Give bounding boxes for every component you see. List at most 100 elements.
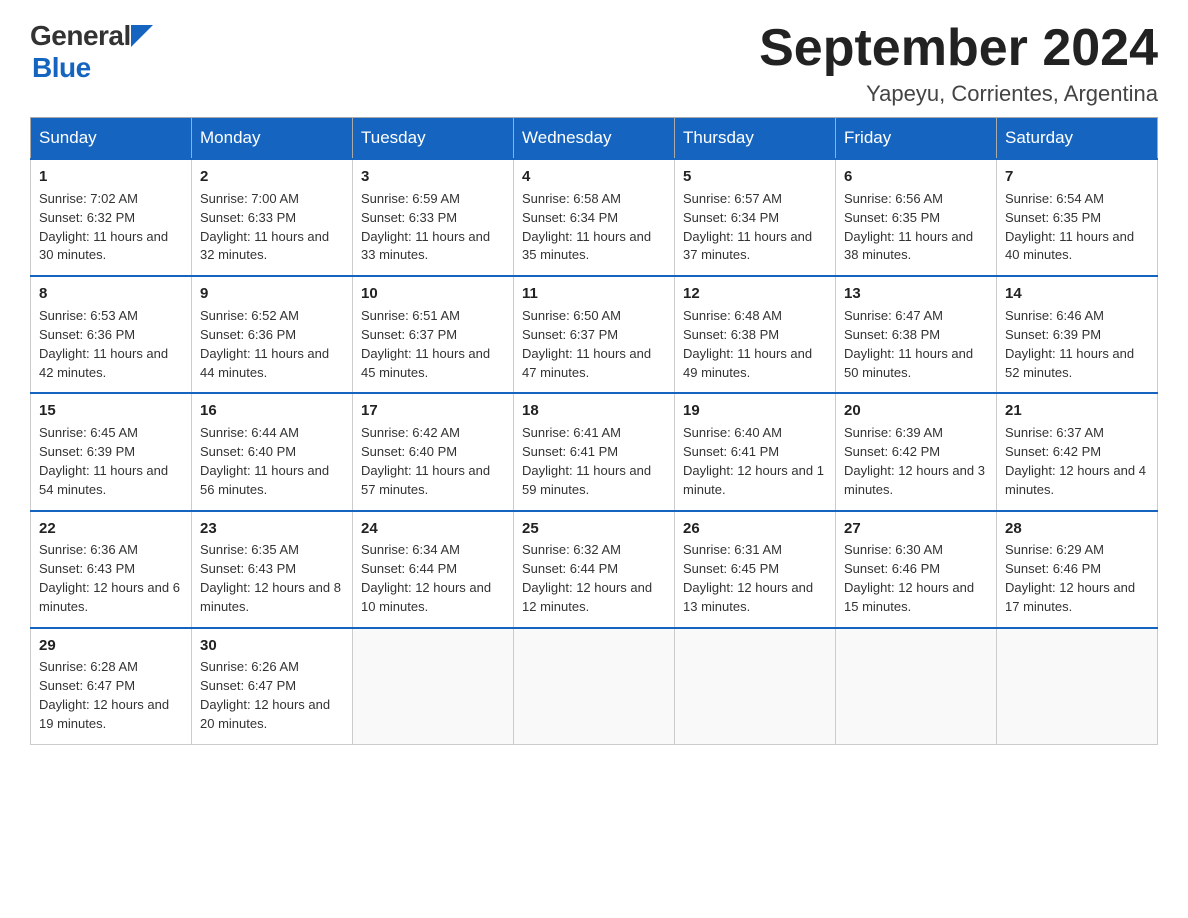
logo: General Blue <box>30 20 153 84</box>
calendar-cell <box>514 628 675 745</box>
day-number: 5 <box>683 166 827 188</box>
day-info: Sunrise: 6:57 AMSunset: 6:34 PMDaylight:… <box>683 190 827 265</box>
day-number: 28 <box>1005 518 1149 540</box>
day-info: Sunrise: 6:47 AMSunset: 6:38 PMDaylight:… <box>844 307 988 382</box>
calendar-cell: 17Sunrise: 6:42 AMSunset: 6:40 PMDayligh… <box>353 393 514 510</box>
day-number: 11 <box>522 283 666 305</box>
header-saturday: Saturday <box>997 118 1158 160</box>
header-thursday: Thursday <box>675 118 836 160</box>
day-number: 16 <box>200 400 344 422</box>
day-info: Sunrise: 6:37 AMSunset: 6:42 PMDaylight:… <box>1005 424 1149 499</box>
day-number: 12 <box>683 283 827 305</box>
calendar-cell: 22Sunrise: 6:36 AMSunset: 6:43 PMDayligh… <box>31 511 192 628</box>
calendar-cell: 18Sunrise: 6:41 AMSunset: 6:41 PMDayligh… <box>514 393 675 510</box>
logo-general-text: General <box>30 20 131 52</box>
calendar-cell: 21Sunrise: 6:37 AMSunset: 6:42 PMDayligh… <box>997 393 1158 510</box>
day-number: 21 <box>1005 400 1149 422</box>
day-info: Sunrise: 6:40 AMSunset: 6:41 PMDaylight:… <box>683 424 827 499</box>
day-info: Sunrise: 6:59 AMSunset: 6:33 PMDaylight:… <box>361 190 505 265</box>
calendar-table: SundayMondayTuesdayWednesdayThursdayFrid… <box>30 117 1158 745</box>
day-info: Sunrise: 6:28 AMSunset: 6:47 PMDaylight:… <box>39 658 183 733</box>
calendar-cell <box>675 628 836 745</box>
calendar-cell: 8Sunrise: 6:53 AMSunset: 6:36 PMDaylight… <box>31 276 192 393</box>
day-info: Sunrise: 6:58 AMSunset: 6:34 PMDaylight:… <box>522 190 666 265</box>
day-number: 8 <box>39 283 183 305</box>
week-row-1: 1Sunrise: 7:02 AMSunset: 6:32 PMDaylight… <box>31 159 1158 276</box>
day-number: 2 <box>200 166 344 188</box>
day-number: 14 <box>1005 283 1149 305</box>
day-number: 3 <box>361 166 505 188</box>
day-number: 4 <box>522 166 666 188</box>
calendar-cell: 15Sunrise: 6:45 AMSunset: 6:39 PMDayligh… <box>31 393 192 510</box>
header-sunday: Sunday <box>31 118 192 160</box>
calendar-cell: 4Sunrise: 6:58 AMSunset: 6:34 PMDaylight… <box>514 159 675 276</box>
day-number: 22 <box>39 518 183 540</box>
day-info: Sunrise: 6:52 AMSunset: 6:36 PMDaylight:… <box>200 307 344 382</box>
day-number: 17 <box>361 400 505 422</box>
day-number: 23 <box>200 518 344 540</box>
day-info: Sunrise: 6:44 AMSunset: 6:40 PMDaylight:… <box>200 424 344 499</box>
calendar-cell: 27Sunrise: 6:30 AMSunset: 6:46 PMDayligh… <box>836 511 997 628</box>
day-number: 27 <box>844 518 988 540</box>
day-info: Sunrise: 6:30 AMSunset: 6:46 PMDaylight:… <box>844 541 988 616</box>
day-number: 9 <box>200 283 344 305</box>
calendar-cell <box>997 628 1158 745</box>
calendar-cell: 16Sunrise: 6:44 AMSunset: 6:40 PMDayligh… <box>192 393 353 510</box>
day-info: Sunrise: 6:29 AMSunset: 6:46 PMDaylight:… <box>1005 541 1149 616</box>
calendar-cell: 26Sunrise: 6:31 AMSunset: 6:45 PMDayligh… <box>675 511 836 628</box>
day-number: 29 <box>39 635 183 657</box>
header-row: SundayMondayTuesdayWednesdayThursdayFrid… <box>31 118 1158 160</box>
calendar-cell: 7Sunrise: 6:54 AMSunset: 6:35 PMDaylight… <box>997 159 1158 276</box>
day-info: Sunrise: 6:41 AMSunset: 6:41 PMDaylight:… <box>522 424 666 499</box>
week-row-5: 29Sunrise: 6:28 AMSunset: 6:47 PMDayligh… <box>31 628 1158 745</box>
header-wednesday: Wednesday <box>514 118 675 160</box>
day-number: 19 <box>683 400 827 422</box>
calendar-cell: 24Sunrise: 6:34 AMSunset: 6:44 PMDayligh… <box>353 511 514 628</box>
header-monday: Monday <box>192 118 353 160</box>
day-info: Sunrise: 6:34 AMSunset: 6:44 PMDaylight:… <box>361 541 505 616</box>
calendar-cell: 9Sunrise: 6:52 AMSunset: 6:36 PMDaylight… <box>192 276 353 393</box>
day-info: Sunrise: 6:36 AMSunset: 6:43 PMDaylight:… <box>39 541 183 616</box>
calendar-cell: 29Sunrise: 6:28 AMSunset: 6:47 PMDayligh… <box>31 628 192 745</box>
calendar-cell: 28Sunrise: 6:29 AMSunset: 6:46 PMDayligh… <box>997 511 1158 628</box>
day-number: 6 <box>844 166 988 188</box>
calendar-cell: 3Sunrise: 6:59 AMSunset: 6:33 PMDaylight… <box>353 159 514 276</box>
day-number: 7 <box>1005 166 1149 188</box>
calendar-cell: 5Sunrise: 6:57 AMSunset: 6:34 PMDaylight… <box>675 159 836 276</box>
page-header: General Blue September 2024 Yapeyu, Corr… <box>30 20 1158 107</box>
day-info: Sunrise: 6:50 AMSunset: 6:37 PMDaylight:… <box>522 307 666 382</box>
calendar-cell: 10Sunrise: 6:51 AMSunset: 6:37 PMDayligh… <box>353 276 514 393</box>
calendar-cell: 6Sunrise: 6:56 AMSunset: 6:35 PMDaylight… <box>836 159 997 276</box>
day-number: 18 <box>522 400 666 422</box>
day-info: Sunrise: 6:42 AMSunset: 6:40 PMDaylight:… <box>361 424 505 499</box>
header-friday: Friday <box>836 118 997 160</box>
calendar-cell: 30Sunrise: 6:26 AMSunset: 6:47 PMDayligh… <box>192 628 353 745</box>
calendar-cell: 19Sunrise: 6:40 AMSunset: 6:41 PMDayligh… <box>675 393 836 510</box>
day-number: 30 <box>200 635 344 657</box>
day-number: 1 <box>39 166 183 188</box>
day-info: Sunrise: 7:02 AMSunset: 6:32 PMDaylight:… <box>39 190 183 265</box>
title-block: September 2024 Yapeyu, Corrientes, Argen… <box>759 20 1158 107</box>
day-info: Sunrise: 6:26 AMSunset: 6:47 PMDaylight:… <box>200 658 344 733</box>
calendar-cell: 14Sunrise: 6:46 AMSunset: 6:39 PMDayligh… <box>997 276 1158 393</box>
day-number: 15 <box>39 400 183 422</box>
day-number: 10 <box>361 283 505 305</box>
calendar-cell: 13Sunrise: 6:47 AMSunset: 6:38 PMDayligh… <box>836 276 997 393</box>
calendar-subtitle: Yapeyu, Corrientes, Argentina <box>759 81 1158 107</box>
week-row-2: 8Sunrise: 6:53 AMSunset: 6:36 PMDaylight… <box>31 276 1158 393</box>
day-info: Sunrise: 6:35 AMSunset: 6:43 PMDaylight:… <box>200 541 344 616</box>
day-info: Sunrise: 7:00 AMSunset: 6:33 PMDaylight:… <box>200 190 344 265</box>
calendar-cell: 23Sunrise: 6:35 AMSunset: 6:43 PMDayligh… <box>192 511 353 628</box>
calendar-title: September 2024 <box>759 20 1158 77</box>
day-info: Sunrise: 6:39 AMSunset: 6:42 PMDaylight:… <box>844 424 988 499</box>
calendar-cell: 20Sunrise: 6:39 AMSunset: 6:42 PMDayligh… <box>836 393 997 510</box>
logo-blue-text: Blue <box>32 52 91 84</box>
day-info: Sunrise: 6:56 AMSunset: 6:35 PMDaylight:… <box>844 190 988 265</box>
header-tuesday: Tuesday <box>353 118 514 160</box>
week-row-4: 22Sunrise: 6:36 AMSunset: 6:43 PMDayligh… <box>31 511 1158 628</box>
day-number: 25 <box>522 518 666 540</box>
day-info: Sunrise: 6:51 AMSunset: 6:37 PMDaylight:… <box>361 307 505 382</box>
calendar-cell: 11Sunrise: 6:50 AMSunset: 6:37 PMDayligh… <box>514 276 675 393</box>
day-info: Sunrise: 6:45 AMSunset: 6:39 PMDaylight:… <box>39 424 183 499</box>
day-info: Sunrise: 6:53 AMSunset: 6:36 PMDaylight:… <box>39 307 183 382</box>
